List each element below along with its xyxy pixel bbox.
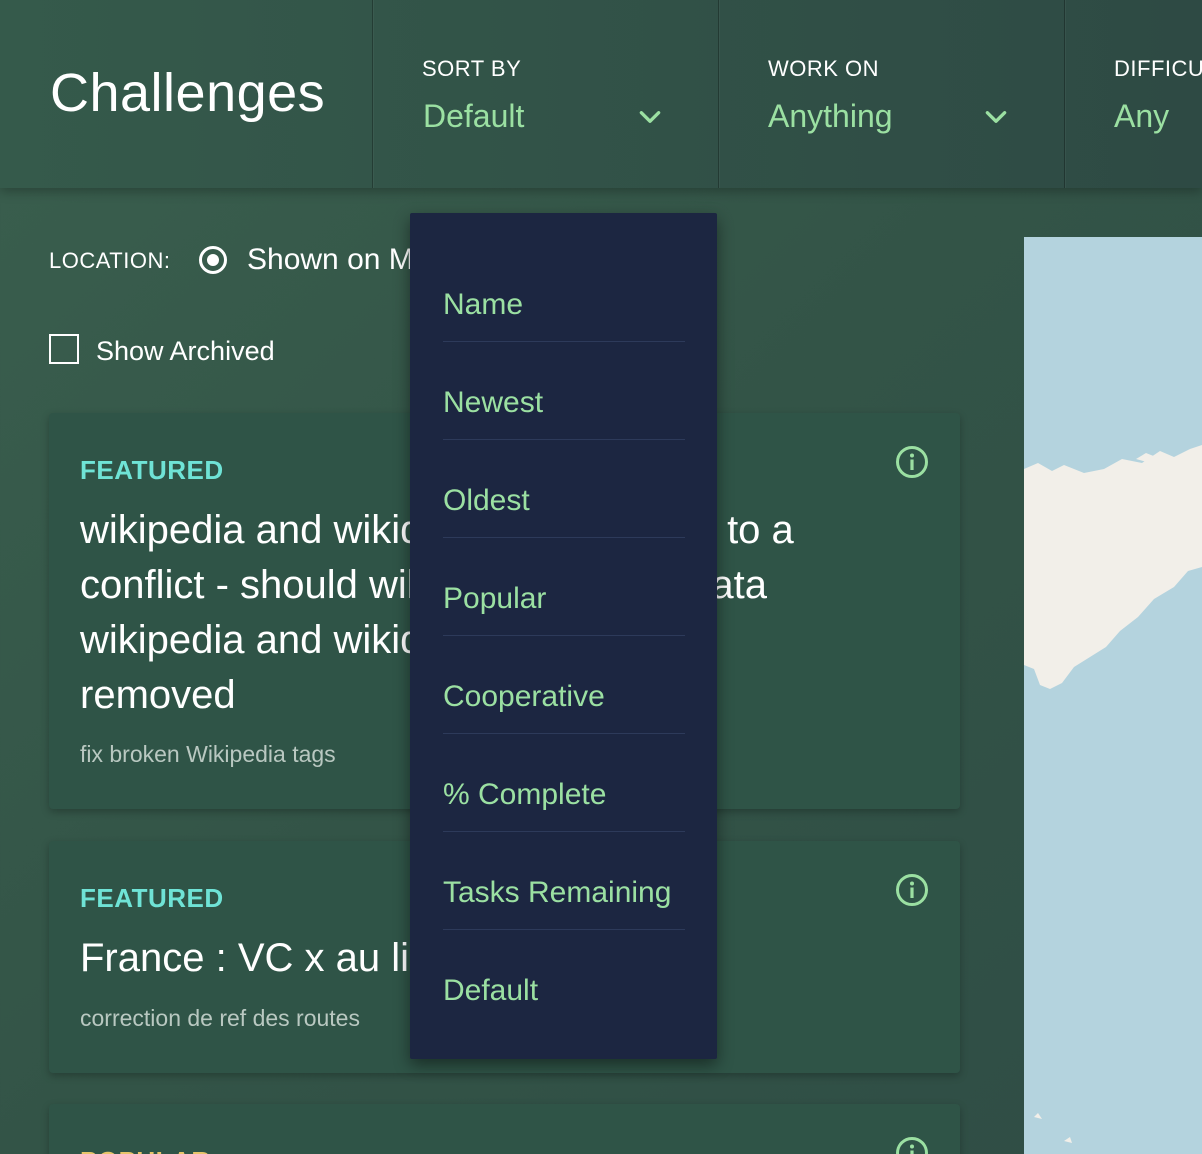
show-archived-checkbox[interactable]	[49, 334, 79, 364]
sort-option-percent-complete[interactable]: % Complete	[443, 734, 685, 832]
challenge-description: fix broken Wikipedia tags	[80, 741, 336, 767]
sort-option-default[interactable]: Default	[443, 930, 685, 1028]
sort-option-label: Default	[443, 974, 539, 1007]
location-label: LOCATION:	[49, 248, 171, 273]
sort-option-label: Popular	[443, 582, 547, 615]
info-icon[interactable]	[895, 445, 929, 479]
challenge-card[interactable]: POPULAR	[49, 1104, 960, 1154]
popular-tag: POPULAR	[80, 1146, 211, 1154]
info-icon[interactable]	[895, 873, 929, 907]
sort-by-label: SORT BY	[422, 56, 522, 81]
sort-option-name[interactable]: Name	[443, 244, 685, 342]
sort-option-label: Tasks Remaining	[443, 876, 672, 909]
difficulty-label: DIFFICU	[1114, 56, 1202, 81]
sort-by-filter[interactable]: SORT BY Default	[372, 0, 719, 188]
work-on-label: WORK ON	[768, 56, 880, 81]
difficulty-filter[interactable]: DIFFICU Any	[1064, 0, 1202, 188]
featured-tag: FEATURED	[80, 883, 224, 913]
show-archived-label[interactable]: Show Archived	[96, 336, 275, 367]
chevron-down-icon[interactable]	[983, 104, 1009, 130]
map-landmass	[1024, 445, 1202, 1143]
sort-option-oldest[interactable]: Oldest	[443, 440, 685, 538]
difficulty-value[interactable]: Any	[1114, 98, 1169, 135]
location-option-label[interactable]: Shown on M	[247, 243, 414, 277]
sort-by-dropdown-menu: Name Newest Oldest Popular Cooperative %…	[410, 213, 717, 1059]
chevron-down-icon[interactable]	[637, 104, 663, 130]
info-icon[interactable]	[895, 1136, 929, 1154]
sort-option-label: Name	[443, 288, 524, 321]
sort-by-value[interactable]: Default	[423, 98, 524, 135]
page-title: Challenges	[50, 63, 326, 123]
sort-option-tasks-remaining[interactable]: Tasks Remaining	[443, 832, 685, 930]
sort-option-cooperative[interactable]: Cooperative	[443, 636, 685, 734]
challenge-map[interactable]	[1024, 237, 1202, 1154]
sort-option-label: Newest	[443, 386, 544, 419]
work-on-filter[interactable]: WORK ON Anything	[718, 0, 1065, 188]
sort-option-newest[interactable]: Newest	[443, 342, 685, 440]
location-radio[interactable]	[199, 246, 227, 274]
featured-tag: FEATURED	[80, 455, 224, 485]
sort-option-label: Cooperative	[443, 680, 605, 713]
challenge-description: correction de ref des routes	[80, 1005, 360, 1031]
sort-option-label: % Complete	[443, 778, 607, 811]
work-on-value[interactable]: Anything	[768, 98, 893, 135]
sort-option-label: Oldest	[443, 484, 530, 517]
sort-option-popular[interactable]: Popular	[443, 538, 685, 636]
page-header: Challenges SORT BY Default WORK ON Anyth…	[0, 0, 1202, 188]
